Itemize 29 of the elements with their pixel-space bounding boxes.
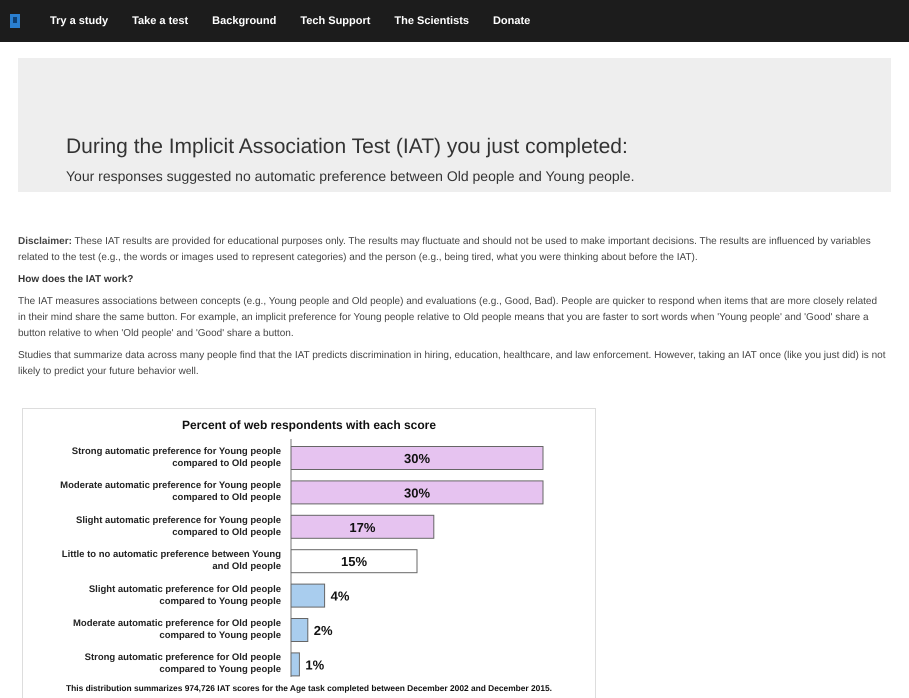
category-label: Slight automatic preference for Young people compared to Old people xyxy=(75,514,282,540)
nav-link[interactable]: Donate xyxy=(492,12,530,30)
chart-caption: This distribution summarizes 974,726 IAT scores for the Age task completed between December 2002 and December 2015. xyxy=(66,683,552,693)
nav-link[interactable]: The Scientists xyxy=(394,12,469,30)
category-label: Slight automatic preference for Old people compared to Young people xyxy=(88,582,282,609)
category-label: Strong automatic preference for Young people compared to Old people xyxy=(70,445,282,471)
value-label: 30% xyxy=(404,485,430,500)
nav-link[interactable]: Background xyxy=(212,12,276,30)
section-heading: How does the IAT work? xyxy=(18,273,134,287)
value-label: 17% xyxy=(349,520,376,535)
value-label: 2% xyxy=(314,623,333,638)
category-label: Moderate automatic preference for Young people compared to Old people xyxy=(59,479,282,506)
category-label: Little to no automatic preference between Young and Old people xyxy=(60,548,282,574)
value-label: 1% xyxy=(305,657,324,672)
value-label: 4% xyxy=(330,588,350,604)
nav-link[interactable]: Try a study xyxy=(50,12,108,30)
result-summary: Your responses suggested no automatic preference between Old people and Young people. xyxy=(66,167,636,186)
nav-link[interactable]: Tech Support xyxy=(300,12,370,30)
value-label: 15% xyxy=(340,554,368,570)
paragraph: Studies that summarize data across many people find that the IAT predicts discrimination in hiring, education, healthcare, and law enforcement. However, taking an IAT once (like you just did) is not likely to predict your future behavior well. xyxy=(18,349,886,379)
paragraph: The IAT measures associations between concepts (e.g., Young people and Old people) and evaluations (e.g., Good, Bad). People are quicker to respond when items that are more closely related in their mind share the same button. For example, an implicit preference for Young people relative to Old people means that you are faster to sort words when 'Young people' and 'Good' share a button relative to when 'Old people' and 'Good' share a button. xyxy=(18,295,878,341)
result-title: During the Implicit Association Test (IAT) you just completed: xyxy=(66,134,629,160)
logo-icon[interactable] xyxy=(10,14,20,28)
chart-title: Percent of web respondents with each score xyxy=(182,418,436,432)
paragraph: Disclaimer: These IAT results are provided for educational purposes only. The results may fluctuate and should not be used to make important decisions. The results are influenced by variables related to the test (e.g., the words or images used to represent categories) and the person (e.g., being tired, what you were thinking about before the IAT). xyxy=(18,235,872,265)
nav-link[interactable]: Take a test xyxy=(132,12,188,30)
category-label: Strong automatic preference for Old people compared to Young people xyxy=(84,651,282,678)
category-label: Moderate automatic preference for Old people compared to Young people xyxy=(72,617,282,643)
value-label: 30% xyxy=(404,451,430,466)
